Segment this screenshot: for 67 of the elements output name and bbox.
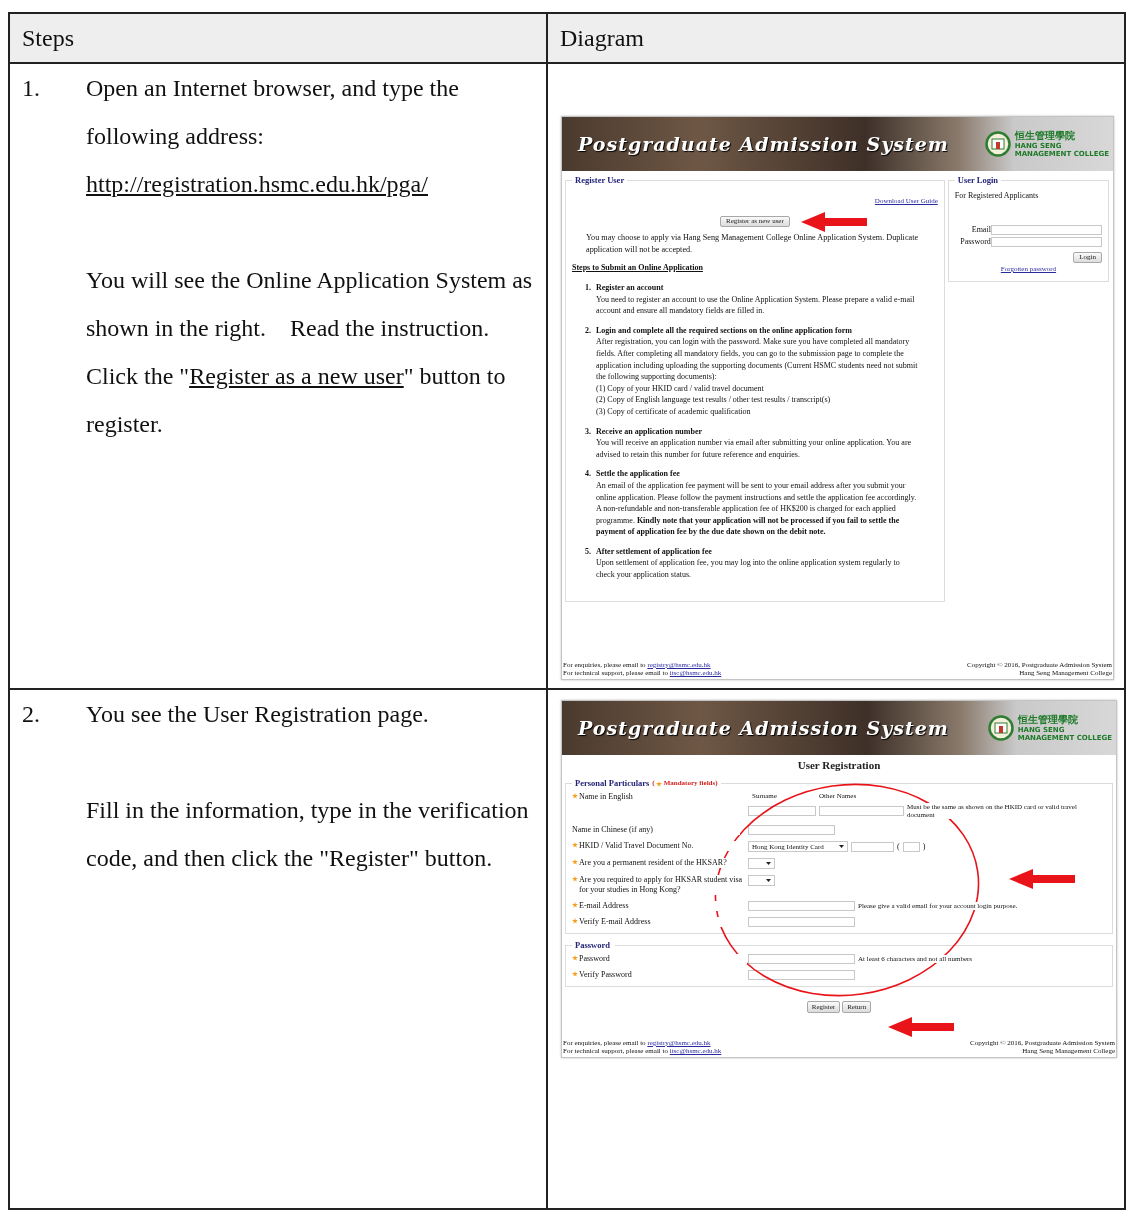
step-description: Upon settlement of application fee, you may log into the online application system regularly to check your application status. [596,557,901,581]
step-title: After settlement of application fee [596,545,713,558]
step-number: 2. [584,324,592,337]
notice-text: You may choose to apply via Hang Seng Management College Online Application System. Duplicate application will not be accepted. [586,232,920,255]
instruction-text: You see the User Registration page. [86,700,430,729]
arrow-annotation [888,1017,954,1037]
dropdown[interactable] [748,875,775,886]
bracket-text: ( [897,841,900,852]
column-header: Diagram [548,14,1126,64]
text-field[interactable] [748,970,855,980]
step-description: (3) Copy of certificate of academic qualification [596,405,752,418]
instruction-text: You will see the Online Application System as shown in the right. Read the instruction. Click the "Register as a new user" button to register. [86,266,534,439]
instruction-text: Fill in the information, type in the verification code, and then click the "Register" button. [86,796,530,873]
instruction-text: Open an Internet browser, and type the following address: http://registration.hsmc.edu.hk/pga/ [86,74,460,199]
step-number: 5. [584,545,592,558]
step-number: 4. [584,468,592,481]
steps-heading: Steps to Submit an Online Application [572,263,704,272]
step-description: After registration, you can login with the password. Make sure you have completed all mandatory fields. After completing all mandatory fields, you can go to the submission page to complete the application including uploading the supporting documents (Current HSMC students need not submit the following supporting documents): [596,336,918,383]
panel-title: User Login [956,175,1000,185]
text-field[interactable] [819,806,904,816]
step-title: Login and complete all the required sections on the online application form [596,324,853,337]
text-field[interactable] [748,954,855,964]
step-description: (2) Copy of English language test results / other test results / transcript(s) [596,394,832,406]
text-field[interactable] [748,825,835,835]
bracket-text: ) [922,841,926,852]
step-description: You need to register an account to use the Online Application System. Please prepare a valid e-mail account and ensure all mandatory fields are filled in. [596,293,916,317]
step-description: You will receive an application number via email after submitting your online application. You are advised to retain this number for future reference and enquiries. [596,437,913,461]
url-link[interactable]: http://registration.hsmc.edu.hk/pga/ [86,171,428,197]
banner-title: Postgraduate Admission System [578,717,949,739]
college-name-chinese: 恒生管理學院 [1017,714,1079,726]
step-title: Receive an application number [596,425,703,438]
text-field[interactable] [851,841,894,852]
step-description: An email of the application fee payment will be sent to your email address after you submit your online application. Please follow the payment instructions and settle the application fee accordingly. A non-refundable and non-transferable application fee of HK$200 is charged for each applied programme. Kindly note that your application will not be processed if you fail to settle the payment of application fee by the due date shown on the debit note. [596,479,918,538]
step-number: 2. [22,700,41,729]
text-field[interactable] [902,841,920,852]
text-field[interactable] [990,225,1102,235]
page-title: User Registration [796,758,882,772]
field-label: Password [579,954,747,964]
text-field[interactable] [748,901,855,911]
text-field[interactable] [748,806,816,816]
login-subtitle: For Registered Applicants [954,190,1040,201]
step-number: 3. [584,425,592,438]
arrow-annotation [1009,869,1075,889]
step-title: Register an account [596,282,665,294]
emblem-icon [987,715,1014,741]
field-label: Password [959,237,991,247]
field-label: Email [970,225,991,235]
caret-icon [766,879,771,882]
caret-icon [839,845,844,848]
field-label: Name in Chinese (if any) [572,825,740,835]
text-field[interactable] [748,917,855,927]
banner-title: Postgraduate Admission System [578,133,949,155]
section-title: Personal Particulars [575,778,650,788]
step-number: 1. [22,74,41,103]
column-header: Steps [10,14,548,64]
step-title: Settle the application fee [596,468,681,480]
section-title: Password [575,940,610,950]
caret-icon [766,862,771,865]
panel-title: Register User [574,175,626,185]
college-name-chinese: 恒生管理學院 [1014,130,1076,142]
arrow-annotation [801,212,867,232]
emblem-icon [984,131,1011,157]
step-number: 1. [584,282,592,294]
text-field[interactable] [990,237,1102,247]
dropdown[interactable] [748,858,775,869]
step-description: (1) Copy of your HKID card / valid travel document [596,382,765,395]
asterisk-icon [655,780,662,787]
